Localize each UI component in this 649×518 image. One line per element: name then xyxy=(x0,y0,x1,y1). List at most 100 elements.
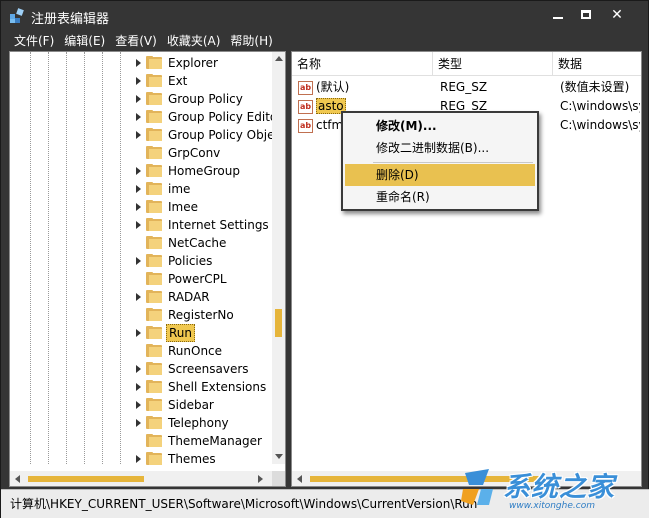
watermark-url: www.xitonghe.com xyxy=(509,501,595,511)
menu-help[interactable]: 帮助(H) xyxy=(225,31,277,51)
tree-item[interactable]: HomeGroup xyxy=(136,162,276,180)
registry-editor-window: 注册表编辑器 ✕ 文件(F) 编辑(E) 查看(V) 收藏夹(A) 帮助(H) Expl… xyxy=(0,0,649,518)
expand-arrow-icon[interactable] xyxy=(136,383,141,391)
tree-item[interactable]: RunOnce xyxy=(136,342,276,360)
tree-item[interactable]: Telephony xyxy=(136,414,276,432)
tree-item[interactable]: Shell Extensions xyxy=(136,378,276,396)
minimize-button[interactable] xyxy=(547,5,569,25)
tree-item-label: Shell Extensions xyxy=(168,380,267,394)
tree-item[interactable]: Policies xyxy=(136,252,276,270)
close-icon: ✕ xyxy=(611,7,623,23)
expand-arrow-icon[interactable] xyxy=(136,455,141,463)
site-watermark: 系统之家 www.xitonghe.com xyxy=(459,463,649,518)
scroll-left-icon[interactable] xyxy=(15,475,20,483)
scroll-up-icon[interactable] xyxy=(275,56,283,61)
folder-icon xyxy=(146,290,162,303)
tree-item-label: Group Policy xyxy=(168,92,243,106)
close-button[interactable]: ✕ xyxy=(606,5,628,25)
menu-file[interactable]: 文件(F) xyxy=(9,31,59,51)
list-header: 名称 类型 数据 xyxy=(292,52,641,76)
watermark-logo-icon xyxy=(461,469,493,505)
tree-item[interactable]: ThemeManager xyxy=(136,432,276,450)
expand-arrow-icon[interactable] xyxy=(136,293,141,301)
folder-icon xyxy=(146,182,162,195)
column-header-data[interactable]: 数据 xyxy=(553,52,641,76)
expand-arrow-icon[interactable] xyxy=(136,401,141,409)
tree-item[interactable]: GrpConv xyxy=(136,144,276,162)
folder-icon xyxy=(146,146,162,159)
tree-item[interactable]: PowerCPL xyxy=(136,270,276,288)
tree-item-label: Policies xyxy=(168,254,213,268)
value-row[interactable]: ab (默认) REG_SZ (数值未设置) xyxy=(292,78,641,97)
tree-item[interactable]: Ext xyxy=(136,72,276,90)
status-path: 计算机\HKEY_CURRENT_USER\Software\Microsoft… xyxy=(10,497,478,511)
tree-item[interactable]: Screensavers xyxy=(136,360,276,378)
watermark-title: 系统之家 xyxy=(503,472,615,503)
context-menu: 修改(M)... 修改二进制数据(B)... 删除(D) 重命名(R) xyxy=(341,111,539,211)
tree-vertical-scrollbar[interactable] xyxy=(272,52,285,464)
menu-edit[interactable]: 编辑(E) xyxy=(59,31,110,51)
context-menu-modify[interactable]: 修改(M)... xyxy=(345,115,535,137)
column-header-name[interactable]: 名称 xyxy=(292,52,433,76)
tree-guide-line xyxy=(120,52,121,464)
expand-arrow-icon[interactable] xyxy=(136,113,141,121)
menu-favorites[interactable]: 收藏夹(A) xyxy=(162,31,226,51)
tree-item[interactable]: Themes xyxy=(136,450,276,468)
tree-item[interactable]: Group Policy Editor xyxy=(136,108,282,126)
scroll-right-icon[interactable] xyxy=(258,475,263,483)
scroll-down-icon[interactable] xyxy=(275,454,283,459)
tree-item-label: Sidebar xyxy=(168,398,214,412)
folder-icon xyxy=(146,218,162,231)
tree-item[interactable]: RADAR xyxy=(136,288,276,306)
tree-item[interactable]: Sidebar xyxy=(136,396,276,414)
menu-view[interactable]: 查看(V) xyxy=(110,31,162,51)
expand-arrow-icon[interactable] xyxy=(136,221,141,229)
tree-horizontal-scrollbar[interactable] xyxy=(10,471,272,486)
context-menu-delete[interactable]: 删除(D) xyxy=(345,164,535,186)
expand-arrow-icon[interactable] xyxy=(136,257,141,265)
menu-bar: 文件(F) 编辑(E) 查看(V) 收藏夹(A) 帮助(H) xyxy=(9,31,642,51)
expand-arrow-icon[interactable] xyxy=(136,167,141,175)
context-menu-rename[interactable]: 重命名(R) xyxy=(345,186,535,208)
tree-item-label: Group Policy Objects xyxy=(168,128,286,142)
expand-arrow-icon[interactable] xyxy=(136,185,141,193)
expand-arrow-icon[interactable] xyxy=(136,203,141,211)
tree-item-label: RegisterNo xyxy=(168,308,234,322)
tree-item[interactable]: NetCache xyxy=(136,234,276,252)
tree-item[interactable]: ime xyxy=(136,180,276,198)
tree-item-label: Group Policy Editor xyxy=(168,110,283,124)
tree-item[interactable]: Explorer xyxy=(136,54,276,72)
expand-arrow-icon[interactable] xyxy=(136,77,141,85)
folder-icon xyxy=(146,164,162,177)
expand-arrow-icon[interactable] xyxy=(136,365,141,373)
value-name: (默认) xyxy=(316,80,350,94)
expand-arrow-icon[interactable] xyxy=(136,95,141,103)
folder-icon xyxy=(146,110,162,123)
title-bar[interactable]: 注册表编辑器 ✕ xyxy=(1,1,648,31)
expand-arrow-icon[interactable] xyxy=(136,131,141,139)
folder-icon xyxy=(146,326,162,339)
folder-icon xyxy=(146,344,162,357)
folder-icon xyxy=(146,128,162,141)
tree-item[interactable]: Group Policy xyxy=(136,90,276,108)
folder-icon xyxy=(146,92,162,105)
tree-item[interactable]: Internet Settings xyxy=(136,216,276,234)
folder-icon xyxy=(146,74,162,87)
tree-item[interactable]: RegisterNo xyxy=(136,306,276,324)
context-menu-separator xyxy=(373,162,533,163)
tree-item[interactable]: Run xyxy=(136,324,276,342)
folder-icon xyxy=(146,452,162,465)
maximize-button[interactable] xyxy=(575,5,597,25)
scroll-thumb[interactable] xyxy=(28,476,144,482)
tree-item[interactable]: Group Policy Objects xyxy=(136,126,285,144)
expand-arrow-icon[interactable] xyxy=(136,329,141,337)
column-header-type[interactable]: 类型 xyxy=(433,52,553,76)
folder-icon xyxy=(146,434,162,447)
scroll-left-icon[interactable] xyxy=(297,475,302,483)
key-tree-pane[interactable]: Explorer Ext Group Policy Group Policy Edit… xyxy=(9,51,286,487)
scroll-thumb[interactable] xyxy=(275,309,282,337)
expand-arrow-icon[interactable] xyxy=(136,59,141,67)
expand-arrow-icon[interactable] xyxy=(136,419,141,427)
context-menu-modify-binary[interactable]: 修改二进制数据(B)... xyxy=(345,137,535,159)
tree-item[interactable]: Imee xyxy=(136,198,276,216)
